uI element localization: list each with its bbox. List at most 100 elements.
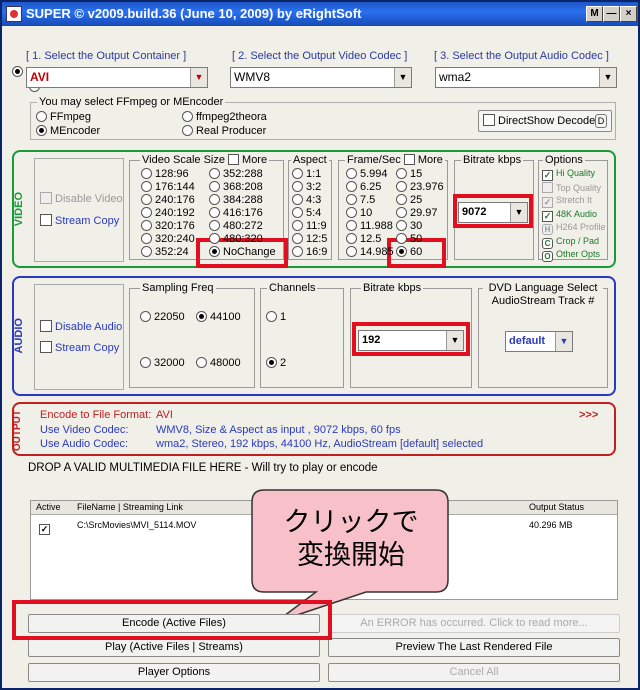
mencoder-radio[interactable] <box>36 125 47 136</box>
audio-codec-select[interactable]: wma2 ▼ <box>435 67 617 88</box>
framerate-radio[interactable] <box>396 181 407 192</box>
directshow-decode-button[interactable]: DirectShow Decode D <box>478 110 612 132</box>
framerate-option[interactable]: 6.25 <box>346 181 381 193</box>
scale-radio[interactable] <box>209 207 220 218</box>
scale-radio[interactable] <box>209 181 220 192</box>
framerate-option[interactable]: 5.994 <box>346 168 388 180</box>
video-stream-copy-checkbox[interactable] <box>40 214 52 226</box>
scale-option[interactable]: 416:176 <box>209 207 263 219</box>
option-badge[interactable]: O <box>542 251 553 262</box>
framerate-radio[interactable] <box>346 246 357 257</box>
minimize-button[interactable]: — <box>603 6 620 22</box>
channels-1-radio[interactable] <box>266 311 277 322</box>
scale-option[interactable]: 368:208 <box>209 181 263 193</box>
container-select[interactable]: AVI ▼ <box>26 67 208 88</box>
framerate-option[interactable]: 25 <box>396 194 422 206</box>
framerate-option[interactable]: 7.5 <box>346 194 375 206</box>
scale-radio[interactable] <box>209 233 220 244</box>
framerate-option[interactable]: 23.976 <box>396 181 444 193</box>
menu-m-button[interactable]: M <box>586 6 603 22</box>
sampling-44100-radio[interactable] <box>196 311 207 322</box>
scale-radio[interactable] <box>141 233 152 244</box>
scale-option[interactable]: 176:144 <box>141 181 195 193</box>
play-button[interactable]: Play (Active Files | Streams) <box>28 638 320 657</box>
player-options-button[interactable]: Player Options <box>28 663 320 682</box>
scale-radio[interactable] <box>141 194 152 205</box>
disable-video-option[interactable]: Disable Video <box>40 192 123 205</box>
option-checkbox[interactable]: ✓ <box>542 210 553 222</box>
aspect-option[interactable]: 16:9 <box>292 246 327 258</box>
framerate-radio[interactable] <box>346 220 357 231</box>
video-stream-copy-option[interactable]: Stream Copy <box>40 214 119 227</box>
channels-2[interactable]: 2 <box>266 357 286 369</box>
scale-option[interactable]: 320:176 <box>141 220 195 232</box>
framerate-radio[interactable] <box>346 194 357 205</box>
scale-option[interactable]: 480:272 <box>209 220 263 232</box>
framerate-option[interactable]: 60 <box>396 246 422 258</box>
row-active-checkbox[interactable]: ✓ <box>39 524 50 535</box>
aspect-option[interactable]: 12:5 <box>292 233 327 245</box>
scale-option[interactable]: 240:176 <box>141 194 195 206</box>
scale-radio[interactable] <box>141 168 152 179</box>
aspect-option[interactable]: 11:9 <box>292 220 327 232</box>
scale-option[interactable]: 352:24 <box>141 246 189 258</box>
ffmpeg-radio[interactable] <box>36 111 47 122</box>
scale-radio[interactable] <box>209 220 220 231</box>
scale-option[interactable]: 480:320 <box>209 233 263 245</box>
chevron-down-icon[interactable]: ▼ <box>599 68 616 87</box>
framerate-more-checkbox[interactable] <box>403 154 415 165</box>
option-item[interactable]: C Crop / Pad <box>542 236 599 249</box>
option-checkbox[interactable] <box>542 181 553 193</box>
chevron-down-icon[interactable]: ▼ <box>555 332 572 351</box>
framerate-radio[interactable] <box>396 168 407 179</box>
scale-option[interactable]: NoChange <box>209 246 276 258</box>
container-radio-a[interactable] <box>12 66 23 77</box>
framerate-radio[interactable] <box>346 181 357 192</box>
directshow-checkbox[interactable] <box>483 114 495 126</box>
framerate-option[interactable]: 30 <box>396 220 422 232</box>
aspect-radio[interactable] <box>292 246 303 257</box>
framerate-radio[interactable] <box>346 168 357 179</box>
scale-option[interactable]: 384:288 <box>209 194 263 206</box>
scale-radio[interactable] <box>141 246 152 257</box>
chevron-down-icon[interactable]: ▼ <box>190 68 207 87</box>
preview-button[interactable]: Preview The Last Rendered File <box>328 638 620 657</box>
audio-stream-copy-option[interactable]: Stream Copy <box>40 341 119 354</box>
table-header-active[interactable]: Active <box>36 502 61 512</box>
error-button[interactable]: An ERROR has occurred. Click to read mor… <box>328 614 620 633</box>
framerate-radio[interactable] <box>346 233 357 244</box>
option-checkbox[interactable]: ✓ <box>542 197 553 208</box>
row-filename[interactable]: C:\SrcMovies\MVI_5114.MOV <box>77 520 196 530</box>
disable-audio-option[interactable]: Disable Audio <box>40 320 122 333</box>
chevron-down-icon[interactable]: ▼ <box>394 68 411 87</box>
framerate-option[interactable]: 14.985 <box>346 246 394 258</box>
ffmpeg-option[interactable]: FFmpeg <box>36 111 91 123</box>
option-badge[interactable]: H <box>542 224 553 235</box>
table-header-status[interactable]: Output Status <box>529 502 584 512</box>
framerate-radio[interactable] <box>396 220 407 231</box>
scale-option[interactable]: 240:192 <box>141 207 195 219</box>
scale-radio[interactable] <box>141 207 152 218</box>
option-item[interactable]: H H264 Profile <box>542 222 606 235</box>
channels-2-radio[interactable] <box>266 357 277 368</box>
aspect-option[interactable]: 1:1 <box>292 168 321 180</box>
disable-audio-checkbox[interactable] <box>40 320 52 332</box>
framerate-radio[interactable] <box>396 194 407 205</box>
sampling-48000-radio[interactable] <box>196 357 207 368</box>
framerate-option[interactable]: 15 <box>396 168 422 180</box>
framerate-option[interactable]: 11.988 <box>346 220 393 232</box>
option-item[interactable]: ✓ 48K Audio <box>542 209 597 222</box>
realproducer-option[interactable]: Real Producer <box>182 125 266 137</box>
scale-radio[interactable] <box>141 181 152 192</box>
disable-video-checkbox[interactable] <box>40 192 52 204</box>
sampling-44100[interactable]: 44100 <box>196 311 241 323</box>
aspect-radio[interactable] <box>292 220 303 231</box>
framerate-option[interactable]: 10 <box>346 207 372 219</box>
option-item[interactable]: ✓ Stretch It <box>542 195 592 208</box>
scale-option[interactable]: 320:240 <box>141 233 195 245</box>
ffmpeg2theora-option[interactable]: ffmpeg2theora <box>182 111 267 123</box>
framerate-radio[interactable] <box>346 207 357 218</box>
option-item[interactable]: Top Quality <box>542 181 601 193</box>
framerate-option[interactable]: 29.97 <box>396 207 438 219</box>
framerate-radio[interactable] <box>396 207 407 218</box>
